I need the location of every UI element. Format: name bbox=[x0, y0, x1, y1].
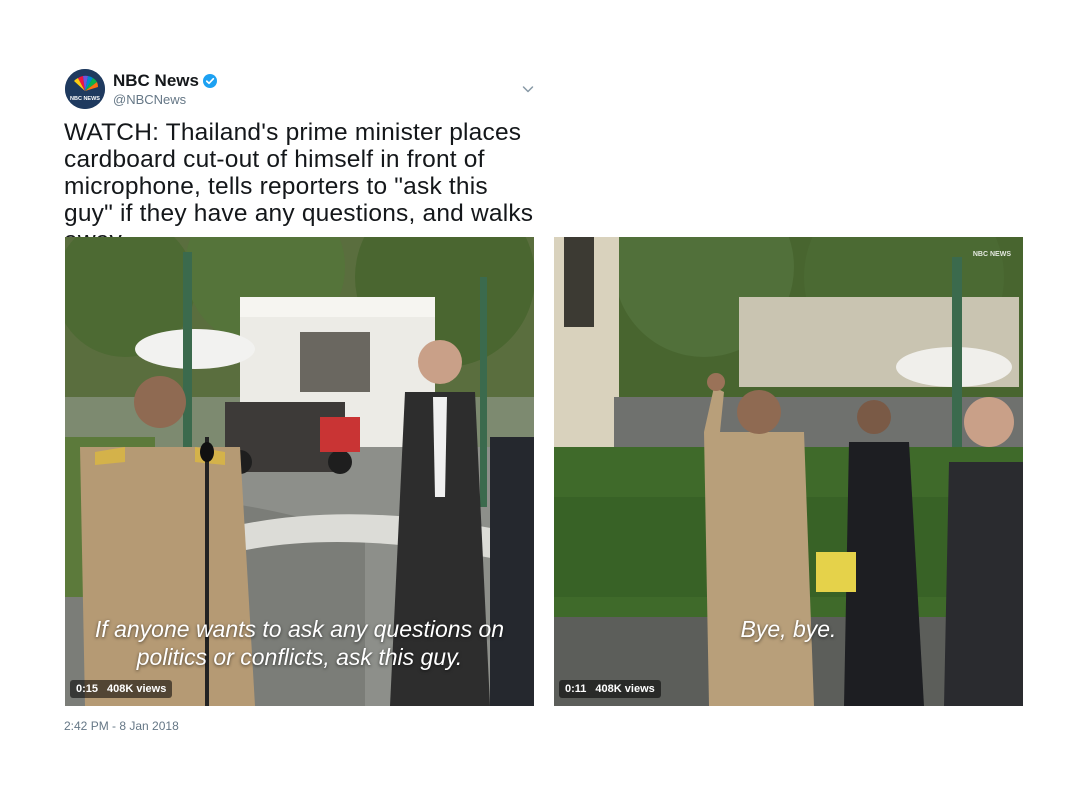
tweet-text: WATCH: Thailand's prime minister places … bbox=[64, 119, 534, 254]
avatar[interactable]: NBC NEWS bbox=[65, 69, 105, 109]
caption-line: Bye, bye. bbox=[740, 616, 837, 642]
author-display-name[interactable]: NBC News bbox=[113, 71, 199, 91]
video-player-2[interactable]: NBC NEWS Bye, bye. 0:11 408K views bbox=[554, 237, 1023, 706]
chevron-down-icon[interactable] bbox=[521, 82, 535, 96]
nbc-watermark: NBC NEWS bbox=[972, 251, 1011, 258]
video-views: 408K views bbox=[107, 683, 167, 695]
author-name[interactable]: NBC News bbox=[113, 71, 217, 91]
video-player-1[interactable]: If anyone wants to ask any questions on … bbox=[65, 237, 534, 706]
video-views: 408K views bbox=[595, 683, 655, 695]
video-caption-1: If anyone wants to ask any questions on … bbox=[65, 615, 534, 671]
video-caption-2: Bye, bye. bbox=[554, 615, 1023, 643]
tweet-timestamp[interactable]: 2:42 PM - 8 Jan 2018 bbox=[64, 719, 179, 733]
caption-line: If anyone wants to ask any questions on bbox=[94, 616, 505, 642]
logo-text: NBC NEWS bbox=[70, 96, 100, 102]
verified-badge-icon bbox=[202, 74, 217, 88]
video-meta-2: 0:11 408K views bbox=[559, 680, 661, 698]
author-handle[interactable]: @NBCNews bbox=[113, 92, 186, 107]
video-duration: 0:11 bbox=[565, 683, 587, 695]
caption-line: politics or conflicts, ask this guy. bbox=[136, 644, 463, 670]
nbc-peacock-icon: NBC NEWS bbox=[65, 69, 105, 109]
video-duration: 0:15 bbox=[76, 683, 99, 695]
video-meta-1: 0:15 408K views bbox=[70, 680, 173, 698]
